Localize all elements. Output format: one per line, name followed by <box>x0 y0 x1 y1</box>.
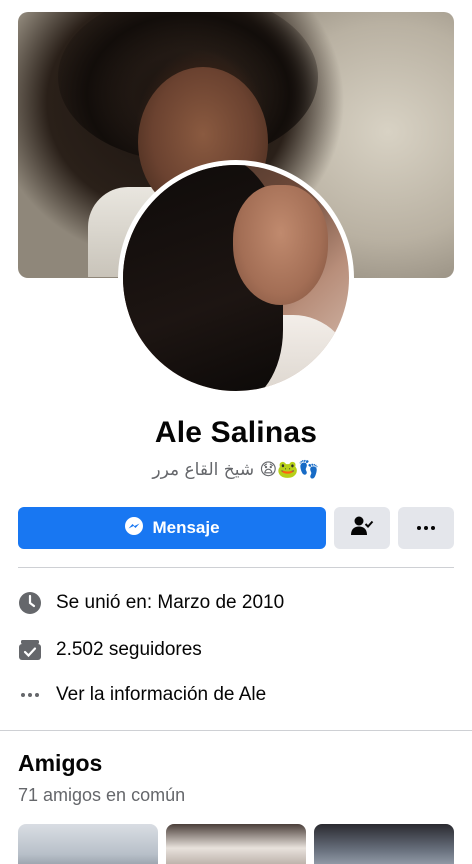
friend-thumbnail[interactable] <box>314 824 454 864</box>
message-button[interactable]: Mensaje <box>18 507 326 549</box>
friends-button[interactable] <box>334 507 390 549</box>
avatar-face <box>233 185 328 305</box>
message-button-label: Mensaje <box>152 518 220 537</box>
divider <box>18 567 454 568</box>
mutual-friends-count: 71 amigos en común <box>18 785 186 805</box>
more-icon <box>417 526 435 530</box>
friend-thumbnail[interactable] <box>166 824 306 864</box>
followers-row[interactable]: 2.502 seguidores <box>18 635 202 665</box>
joined-text: Se unió en: Marzo de 2010 <box>56 592 285 613</box>
followers-icon <box>18 638 42 662</box>
friend-thumbnail[interactable] <box>18 824 158 864</box>
profile-picture[interactable] <box>123 165 349 391</box>
followers-text: 2.502 seguidores <box>56 639 202 660</box>
friends-section-title[interactable]: Amigos <box>18 750 102 777</box>
messenger-icon <box>124 516 144 541</box>
see-info-row[interactable]: Ver la información de Ale <box>18 680 266 710</box>
ellipsis-icon <box>18 683 42 707</box>
see-info-text: Ver la información de Ale <box>56 684 267 705</box>
more-options-button[interactable] <box>398 507 454 549</box>
section-divider <box>0 730 472 731</box>
clock-icon <box>18 591 42 615</box>
profile-bio: شيخ القاع مرر 😧🐸👣 <box>152 460 320 480</box>
joined-row: Se unió en: Marzo de 2010 <box>18 588 284 618</box>
friend-check-icon <box>350 515 374 542</box>
profile-picture-frame[interactable] <box>118 160 354 396</box>
profile-name: Ale Salinas <box>154 416 318 449</box>
